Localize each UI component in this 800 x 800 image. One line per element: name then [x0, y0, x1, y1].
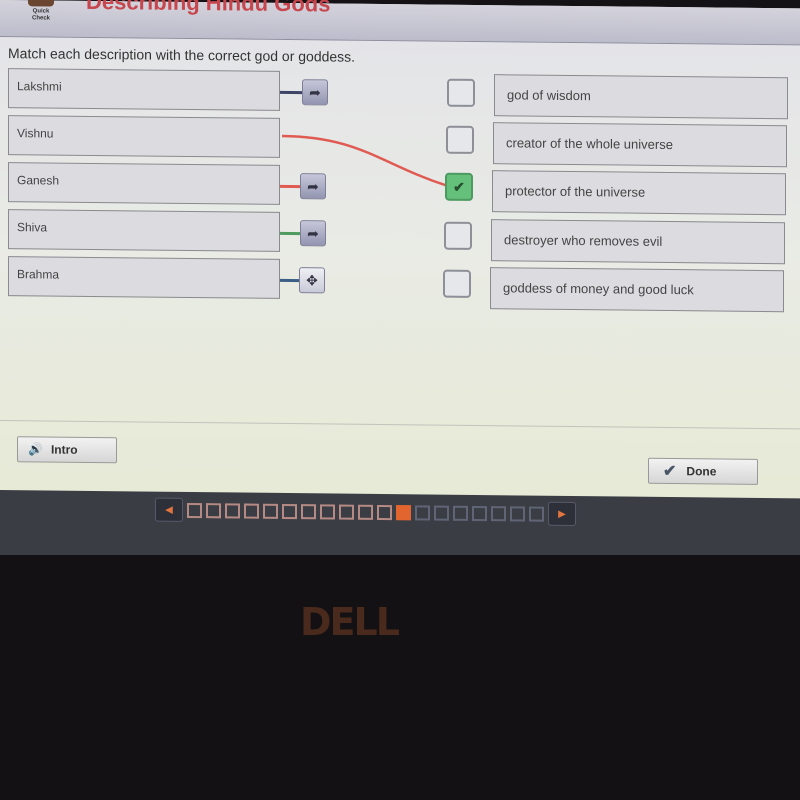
- intro-button[interactable]: 🔊 Intro: [17, 436, 117, 464]
- drag-handle-shiva[interactable]: ➦: [300, 220, 326, 247]
- page-dots: [187, 502, 544, 522]
- lesson-app: Quick Check Describing Hindu Gods Match …: [0, 0, 800, 499]
- page-dot-14[interactable]: [434, 505, 449, 521]
- target-box-1[interactable]: [447, 78, 475, 107]
- description-item: god of wisdom: [494, 74, 788, 120]
- drag-handle-brahma[interactable]: ✥: [299, 267, 325, 294]
- page-dot-5[interactable]: [263, 503, 278, 519]
- page-dot-2[interactable]: [206, 502, 221, 518]
- page-dot-8[interactable]: [320, 503, 335, 520]
- target-box-2[interactable]: [446, 125, 474, 154]
- pagination: ◀ ▶: [155, 497, 576, 527]
- target-box-3[interactable]: ✔: [445, 172, 473, 201]
- check-icon: ✔: [453, 178, 465, 195]
- description-label: creator of the whole universe: [506, 135, 673, 153]
- drag-handle-lakshmi[interactable]: ➦: [302, 79, 328, 106]
- page-dot-18[interactable]: [510, 505, 525, 521]
- page-dot-19[interactable]: [529, 506, 544, 522]
- description-item: creator of the whole universe: [493, 122, 787, 168]
- monitor-bezel: [0, 555, 800, 800]
- description-item: protector of the universe: [492, 170, 786, 216]
- page-dot-7[interactable]: [301, 503, 316, 519]
- arrow-icon: ➦: [309, 83, 321, 100]
- arrow-icon: ➦: [307, 177, 319, 194]
- intro-label: Intro: [50, 442, 78, 457]
- done-label: Done: [686, 464, 717, 479]
- page-dot-4[interactable]: [244, 503, 259, 519]
- move-icon: ✥: [306, 271, 318, 288]
- page-dot-17[interactable]: [491, 505, 506, 521]
- target-box-4[interactable]: [444, 221, 472, 250]
- next-page-button[interactable]: ▶: [548, 501, 576, 527]
- dell-logo: DELL: [300, 600, 400, 644]
- description-label: goddess of money and good luck: [503, 280, 694, 298]
- page-dot-3[interactable]: [225, 502, 240, 519]
- divider: [0, 420, 800, 430]
- arrow-icon: ➦: [307, 224, 319, 241]
- done-button[interactable]: ✔ Done: [648, 457, 758, 485]
- target-box-5[interactable]: [443, 269, 471, 298]
- page-dot-11[interactable]: [377, 504, 392, 520]
- page-dot-13[interactable]: [415, 504, 430, 521]
- speaker-icon: 🔊: [28, 442, 43, 457]
- page-dot-10[interactable]: [358, 504, 373, 520]
- prev-page-button[interactable]: ◀: [155, 497, 183, 522]
- description-label: destroyer who removes evil: [504, 232, 663, 249]
- description-item: destroyer who removes evil: [491, 219, 785, 265]
- monitor-screen: Quick Check Describing Hindu Gods Match …: [0, 0, 800, 569]
- drag-handle-ganesh[interactable]: ➦: [300, 173, 326, 200]
- page-dot-6[interactable]: [282, 503, 297, 519]
- description-label: protector of the universe: [505, 183, 646, 200]
- chevron-right-icon: ▶: [558, 508, 566, 520]
- chevron-left-icon: ◀: [165, 504, 173, 516]
- description-item: goddess of money and good luck: [490, 267, 784, 313]
- page-dot-12[interactable]: [396, 504, 411, 520]
- page-dot-1[interactable]: [187, 502, 202, 518]
- page-dot-16[interactable]: [472, 505, 487, 521]
- page-dot-9[interactable]: [339, 504, 354, 520]
- description-label: god of wisdom: [507, 87, 591, 104]
- page-dot-15[interactable]: [453, 505, 468, 521]
- check-icon: ✔: [663, 462, 677, 481]
